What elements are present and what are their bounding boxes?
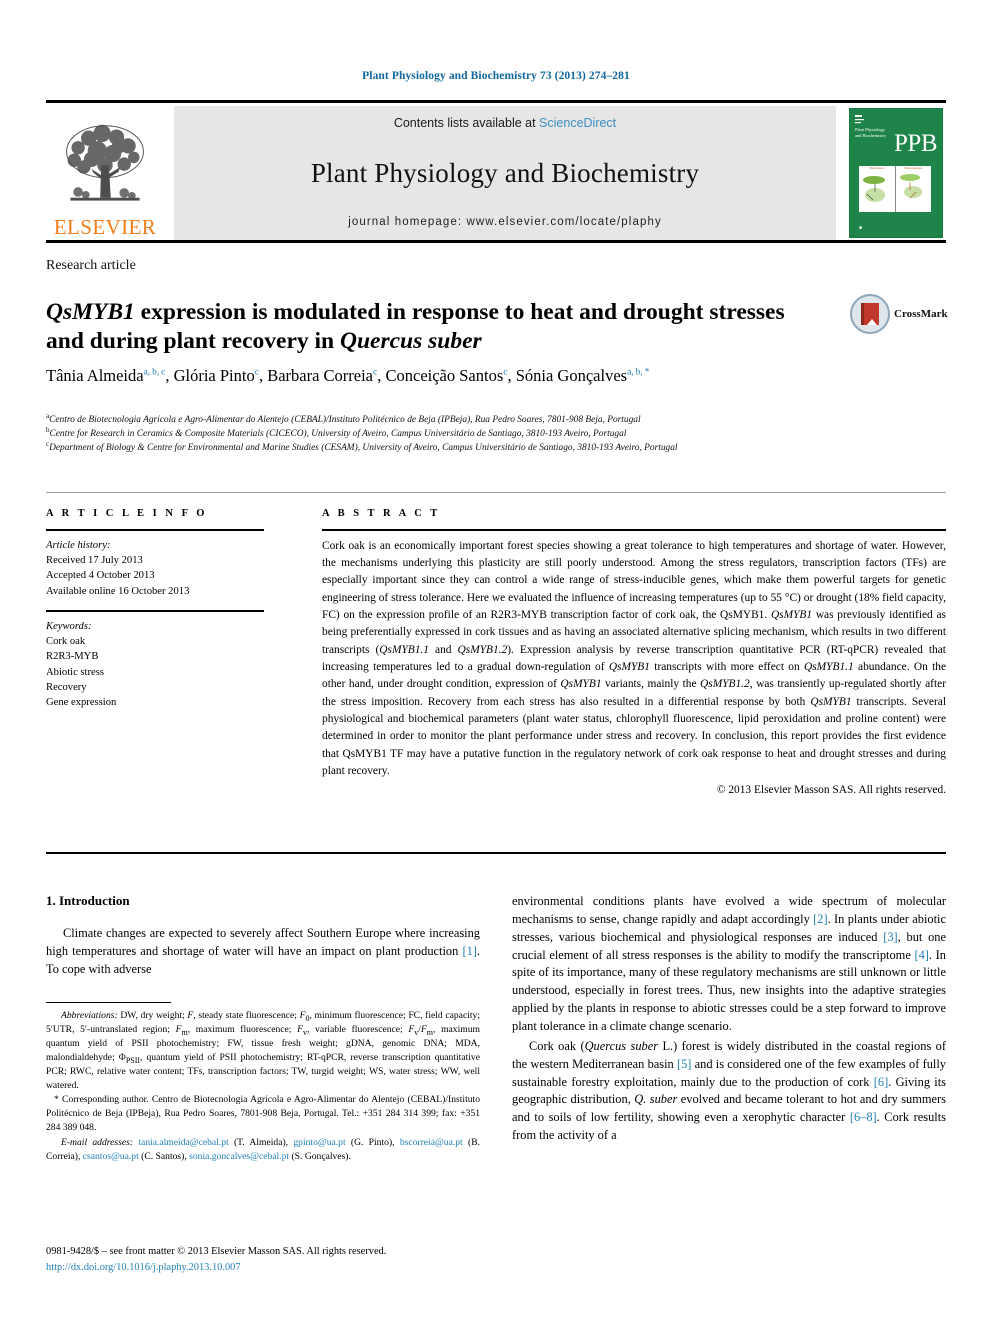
footer-block: 0981-9428/$ – see front matter © 2013 El… [46, 1244, 506, 1275]
affiliation-item: aCentro de Biotecnologia Agrícola e Agro… [46, 412, 846, 427]
cover-figure-left-header: Plant tissues [869, 167, 884, 170]
contents-prefix: Contents lists available at [393, 116, 540, 130]
elsevier-logo: ELSEVIER [46, 106, 164, 240]
email-addresses-note[interactable]: E-mail addresses: tania.almeida@cebal.pt… [46, 1136, 480, 1164]
intro-paragraph-right-2: Cork oak (Quercus suber L.) forest is wi… [512, 1038, 946, 1143]
elsevier-wordmark: ELSEVIER [53, 215, 157, 239]
doi-link[interactable]: http://dx.doi.org/10.1016/j.plaphy.2013.… [46, 1260, 506, 1276]
journal-cover-thumbnail[interactable]: Plant Physiology and Biochemistry PPB Pl… [846, 106, 946, 240]
article-info-heading: A R T I C L E I N F O [46, 508, 208, 519]
crossmark-badge[interactable]: CrossMark [850, 288, 948, 340]
abstract-heading: A B S T R A C T [322, 508, 441, 519]
cover-logo-icon [855, 115, 864, 124]
author-list: Tânia Almeidaa, b, c, Glória Pintoc, Bar… [46, 366, 650, 385]
journal-title: Plant Physiology and Biochemistry [310, 157, 700, 188]
issn-line: 0981-9428/$ – see front matter © 2013 El… [46, 1246, 387, 1257]
article-info-column: A R T I C L E I N F O Article history: R… [46, 508, 264, 711]
sciencedirect-link[interactable]: ScienceDirect [539, 116, 616, 130]
contents-available-line: Contents lists available at ScienceDirec… [394, 116, 616, 130]
abstract-column: A B S T R A C T Cork oak is an economica… [322, 508, 946, 796]
banner-bottom-rule [46, 240, 946, 243]
cover-bottom-mark: ■ [859, 225, 863, 231]
corresponding-author-note: * Corresponding author. Centro de Biotec… [46, 1094, 480, 1134]
cover-image: Plant Physiology and Biochemistry PPB Pl… [849, 108, 943, 238]
affiliation-item: bCentre for Research in Ceramics & Compo… [46, 426, 846, 441]
cover-figure-right: Stress responses [896, 166, 932, 212]
keyword-item: Recovery [46, 682, 87, 694]
body-column-left: 1. Introduction Climate changes are expe… [46, 893, 480, 981]
abstract-bottom-rule [46, 852, 946, 854]
journal-homepage-link[interactable]: journal homepage: www.elsevier.com/locat… [348, 216, 662, 228]
keywords-list: Cork oak R2R3-MYB Abiotic stress Recover… [46, 634, 264, 711]
history-item: Accepted 4 October 2013 [46, 570, 155, 582]
intro-paragraph-left: Climate changes are expected to severely… [46, 926, 480, 976]
article-type: Research article [46, 258, 136, 273]
keyword-item: Gene expression [46, 697, 117, 709]
affiliation-text: Centre for Research in Ceramics & Compos… [49, 429, 627, 440]
footnote-block: Abbreviations: DW, dry weight; F, steady… [46, 1002, 480, 1165]
section-heading-introduction: 1. Introduction [46, 893, 130, 908]
intro-paragraph-right-1: environmental conditions plants have evo… [512, 894, 946, 1034]
body-column-right: environmental conditions plants have evo… [512, 893, 946, 1147]
crossmark-icon [850, 294, 890, 334]
abbreviations-note: Abbreviations: DW, dry weight; F, steady… [46, 1010, 480, 1091]
abstract-copyright: © 2013 Elsevier Masson SAS. All rights r… [716, 784, 946, 797]
affiliation-text: Centro de Biotecnologia Agrícola e Agro-… [49, 415, 641, 425]
cover-abbrev: PPB [894, 130, 937, 157]
crossmark-label: CrossMark [894, 308, 948, 320]
elsevier-tree-icon [66, 124, 144, 201]
keywords-label: Keywords: [46, 620, 92, 632]
affiliation-list: aCentro de Biotecnologia Agrícola e Agro… [46, 412, 846, 455]
article-history-list: Received 17 July 2013 Accepted 4 October… [46, 553, 264, 599]
keyword-item: R2R3-MYB [46, 651, 99, 663]
article-history-label: Article history: [46, 539, 111, 551]
affiliation-text: Department of Biology & Centre for Envir… [49, 443, 678, 454]
article-info-rule [46, 529, 264, 531]
cover-figure-right-arrows [909, 182, 916, 199]
abstract-rule [322, 529, 946, 531]
keywords-rule [46, 610, 264, 612]
page-title: QsMYB1 expression is modulated in respon… [46, 298, 785, 355]
history-item: Received 17 July 2013 [46, 554, 143, 566]
history-item: Available online 16 October 2013 [46, 585, 190, 597]
journal-banner: ELSEVIER Contents lists available at Sci… [46, 100, 946, 240]
cover-figure-left-arrows [866, 184, 876, 201]
abstract-text: Cork oak is an economically important fo… [322, 539, 947, 777]
cover-figure: Plant tissues Stress responses [859, 166, 931, 212]
keyword-item: Abiotic stress [46, 666, 104, 678]
footnote-rule [46, 1002, 171, 1003]
journal-article-page: Plant Physiology and Biochemistry 73 (20… [0, 0, 992, 1323]
info-section-top-rule [46, 492, 946, 493]
banner-top-rule [46, 100, 946, 103]
cover-figure-left: Plant tissues [859, 166, 896, 212]
keyword-item: Cork oak [46, 635, 86, 647]
cover-journal-title: Plant Physiology and Biochemistry [855, 127, 887, 138]
affiliation-item: cDepartment of Biology & Centre for Envi… [46, 441, 846, 455]
cover-figure-right-header: Stress responses [904, 167, 923, 170]
running-head: Plant Physiology and Biochemistry 73 (20… [362, 70, 630, 82]
contents-panel: Contents lists available at ScienceDirec… [174, 106, 836, 240]
